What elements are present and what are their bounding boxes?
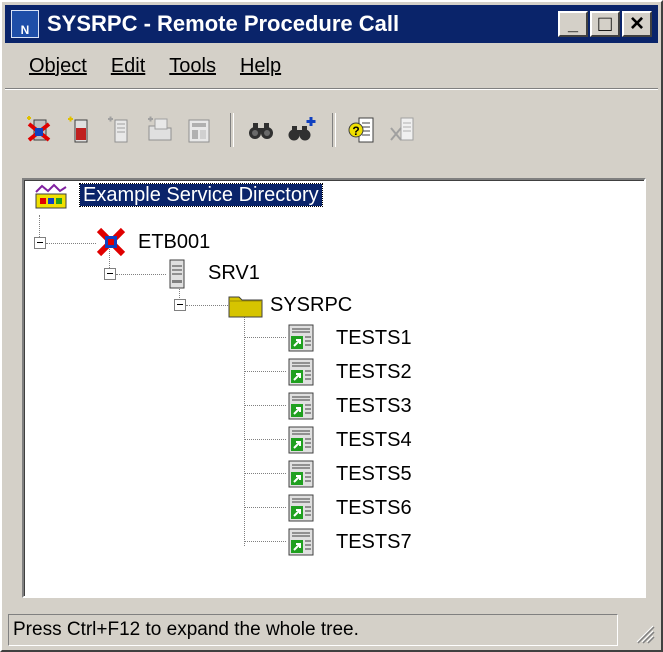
server-icon[interactable] bbox=[168, 258, 188, 290]
service-directory-icon[interactable] bbox=[34, 182, 70, 210]
svg-text:?: ? bbox=[352, 124, 359, 138]
tree-connector bbox=[244, 439, 286, 440]
service-icon[interactable] bbox=[288, 460, 314, 488]
folder-icon[interactable] bbox=[228, 292, 264, 318]
tree-connector bbox=[244, 371, 286, 372]
app-window: N SYSRPC - Remote Procedure Call _ □ × O… bbox=[0, 0, 663, 652]
tree-service-label[interactable]: TESTS7 bbox=[336, 529, 412, 555]
find-icon bbox=[249, 123, 273, 139]
menu-accelerator: Help bbox=[239, 54, 282, 77]
tree-folder-label[interactable]: SYSRPC bbox=[270, 292, 352, 318]
node-icon[interactable] bbox=[96, 227, 126, 257]
tree-connector bbox=[244, 405, 286, 406]
status-text: Press Ctrl+F12 to expand the whole tree. bbox=[8, 614, 618, 646]
find-next-icon bbox=[288, 117, 316, 141]
new-node-button[interactable] bbox=[62, 113, 96, 147]
tree-connector bbox=[116, 274, 166, 275]
tree-root-text: Example Service Directory bbox=[79, 183, 323, 207]
tree-service-label[interactable]: TESTS4 bbox=[336, 427, 412, 453]
collapse-toggle-folder[interactable] bbox=[174, 299, 186, 311]
toolbar-separator bbox=[230, 113, 234, 147]
minimize-icon: _ bbox=[567, 14, 578, 34]
maximize-button[interactable]: □ bbox=[590, 11, 620, 37]
tree-connector bbox=[244, 507, 286, 508]
window-title: SYSRPC - Remote Procedure Call bbox=[47, 11, 400, 36]
status-bar: Press Ctrl+F12 to expand the whole tree. bbox=[5, 612, 658, 648]
tree-service-label[interactable]: TESTS5 bbox=[336, 461, 412, 487]
new-node-icon bbox=[68, 116, 88, 143]
tree-view[interactable]: Example Service Directory ETB001 SRV1 SY… bbox=[22, 178, 646, 598]
new-service-icon bbox=[108, 116, 128, 143]
app-icon-letter: N bbox=[20, 23, 30, 37]
service-icon[interactable] bbox=[288, 324, 314, 352]
tree-connector bbox=[244, 473, 286, 474]
close-button[interactable]: × bbox=[622, 11, 652, 37]
new-folder-icon bbox=[148, 116, 172, 141]
title-bar[interactable]: N SYSRPC - Remote Procedure Call _ □ × bbox=[5, 5, 658, 43]
tree-connector bbox=[39, 215, 40, 237]
tree-node-label[interactable]: ETB001 bbox=[138, 229, 210, 255]
new-service-button[interactable] bbox=[102, 113, 136, 147]
tree-connector bbox=[244, 308, 245, 546]
tree-connector bbox=[244, 541, 286, 542]
tree-service-label[interactable]: TESTS1 bbox=[336, 325, 412, 351]
menu-accelerator: Tools bbox=[169, 54, 216, 77]
toolbar-separator bbox=[332, 113, 336, 147]
tree-connector bbox=[46, 243, 96, 244]
new-subprogram-button[interactable] bbox=[182, 113, 216, 147]
menu-edit[interactable]: Edit bbox=[111, 55, 145, 78]
service-icon[interactable] bbox=[288, 528, 314, 556]
service-icon[interactable] bbox=[288, 392, 314, 420]
menu-tools[interactable]: Tools bbox=[169, 55, 216, 78]
tree-connector bbox=[186, 305, 228, 306]
tree-server-label[interactable]: SRV1 bbox=[208, 260, 260, 286]
menu-bar: Object Edit Tools Help bbox=[5, 48, 658, 84]
menu-accelerator: Edit bbox=[110, 54, 146, 77]
delete-button[interactable] bbox=[386, 113, 420, 147]
properties-icon: ? bbox=[348, 117, 374, 143]
collapse-toggle-node[interactable] bbox=[34, 237, 46, 249]
service-icon[interactable] bbox=[288, 426, 314, 454]
menu-accelerator: Object bbox=[29, 54, 87, 77]
new-server-button[interactable] bbox=[22, 113, 56, 147]
toolbar: ? bbox=[22, 102, 426, 158]
collapse-toggle-server[interactable] bbox=[104, 268, 116, 280]
tree-service-label[interactable]: TESTS3 bbox=[336, 393, 412, 419]
new-subprogram-icon bbox=[188, 119, 210, 143]
resize-grip-icon[interactable] bbox=[633, 622, 655, 644]
window-controls: _ □ × bbox=[556, 11, 652, 37]
minimize-button[interactable]: _ bbox=[558, 11, 588, 37]
menu-help[interactable]: Help bbox=[240, 55, 281, 78]
service-icon[interactable] bbox=[288, 494, 314, 522]
find-next-button[interactable] bbox=[284, 113, 318, 147]
menu-object[interactable]: Object bbox=[29, 55, 87, 78]
tree-root-label[interactable]: Example Service Directory bbox=[79, 182, 323, 208]
maximize-icon: □ bbox=[598, 11, 612, 36]
service-icon[interactable] bbox=[288, 358, 314, 386]
delete-icon bbox=[390, 117, 414, 141]
tree-service-label[interactable]: TESTS2 bbox=[336, 359, 412, 385]
menu-toolbar-divider bbox=[5, 88, 658, 90]
tree-connector bbox=[244, 337, 286, 338]
close-icon: × bbox=[629, 10, 644, 37]
find-button[interactable] bbox=[244, 113, 278, 147]
properties-button[interactable]: ? bbox=[346, 113, 380, 147]
app-icon[interactable]: N bbox=[11, 10, 39, 38]
new-server-icon bbox=[27, 116, 51, 142]
tree-service-label[interactable]: TESTS6 bbox=[336, 495, 412, 521]
new-folder-button[interactable] bbox=[142, 113, 176, 147]
